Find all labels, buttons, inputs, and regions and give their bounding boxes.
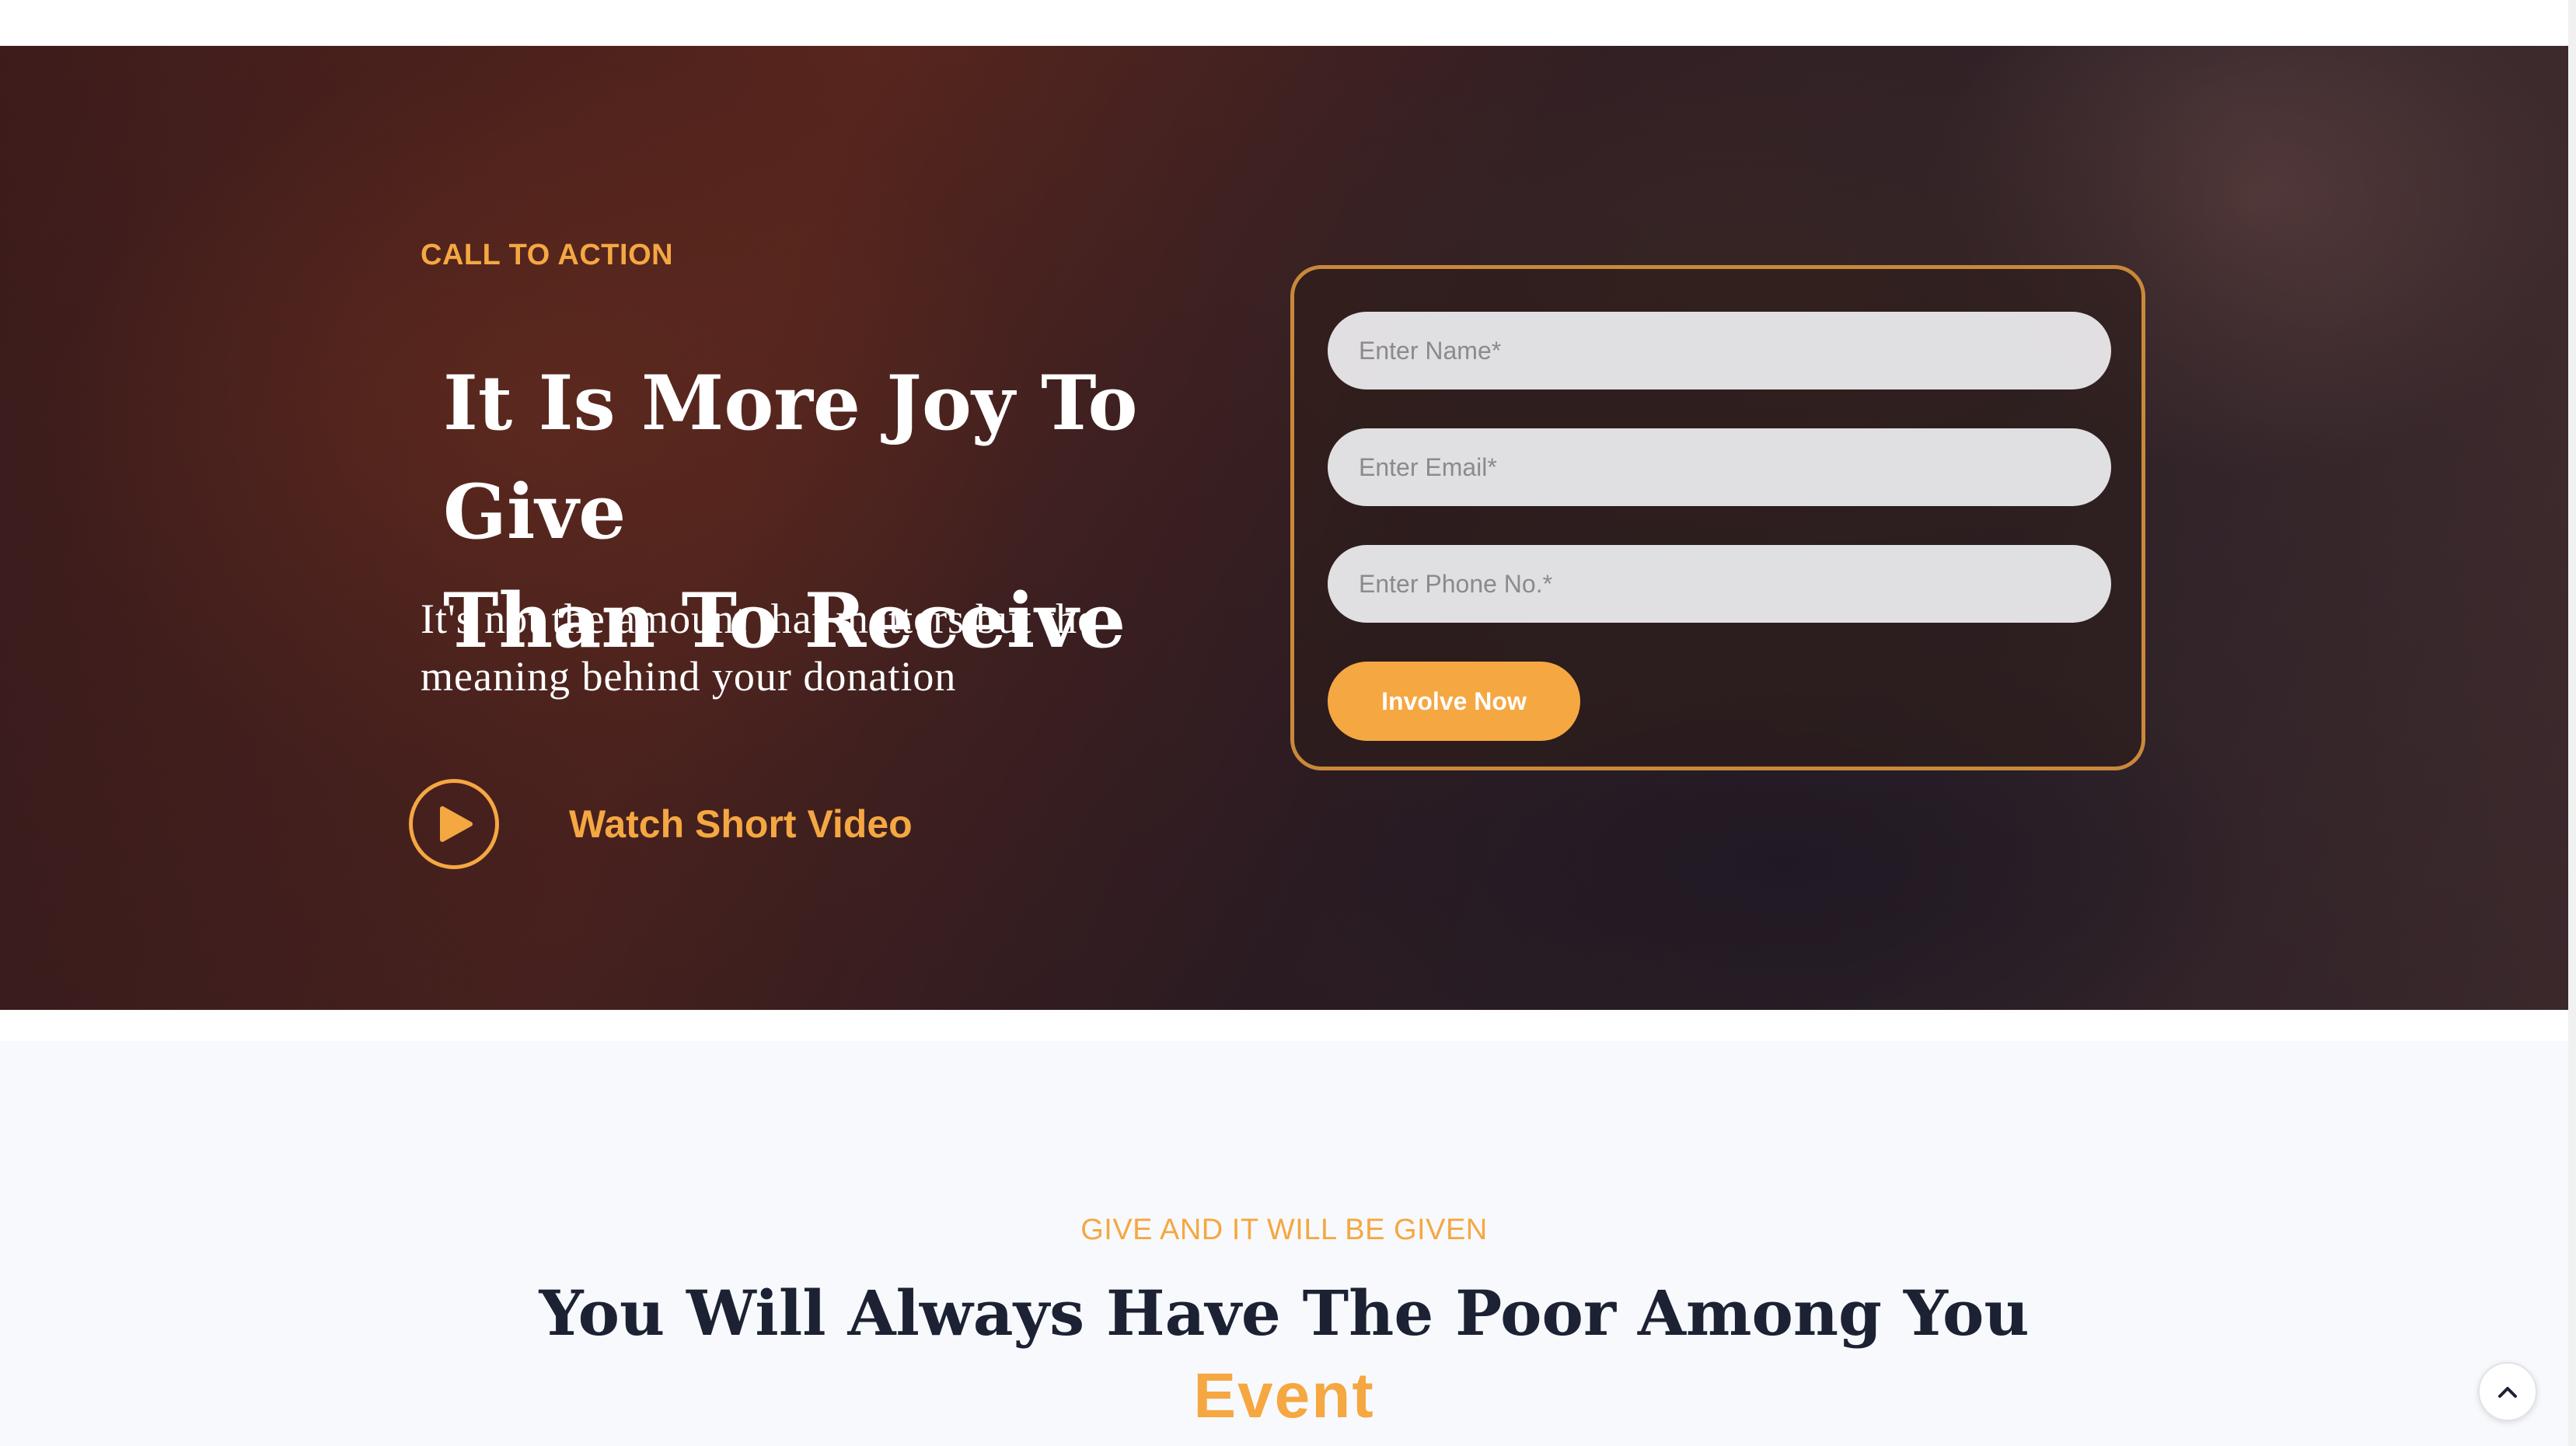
phone-input[interactable]	[1328, 545, 2111, 623]
email-input[interactable]	[1328, 428, 2111, 506]
chevron-up-icon	[2498, 1387, 2517, 1398]
involve-now-button[interactable]: Involve Now	[1328, 662, 1580, 741]
hero-section: CALL TO ACTION It Is More Joy To Give Th…	[0, 46, 2568, 1010]
hero-background-overlay	[0, 46, 2568, 1010]
scroll-to-top-button[interactable]	[2478, 1362, 2537, 1421]
play-icon	[440, 806, 473, 842]
page-scrollbar[interactable]	[2568, 0, 2576, 1446]
hero-subtitle: It's not the amount that matters but the…	[421, 590, 1276, 705]
name-input[interactable]	[1328, 312, 2111, 389]
play-video-button[interactable]	[409, 779, 499, 869]
hero-title-line-1: It Is More Joy To Give	[443, 359, 1138, 556]
hero-subtitle-line-1: It's not the amount that matters but the	[421, 596, 1098, 642]
involve-form: Involve Now	[1290, 265, 2145, 770]
hero-eyebrow: CALL TO ACTION	[421, 239, 674, 271]
section-accent-title: Event	[1193, 1360, 1375, 1431]
section-eyebrow: GIVE AND IT WILL BE GIVEN	[1080, 1214, 1488, 1246]
hero-subtitle-line-2: meaning behind your donation	[421, 653, 957, 700]
section-title: You Will Always Have The Poor Among You	[539, 1277, 2030, 1350]
events-section: GIVE AND IT WILL BE GIVEN You Will Alway…	[0, 1041, 2568, 1446]
watch-video-link[interactable]: Watch Short Video	[569, 802, 913, 847]
